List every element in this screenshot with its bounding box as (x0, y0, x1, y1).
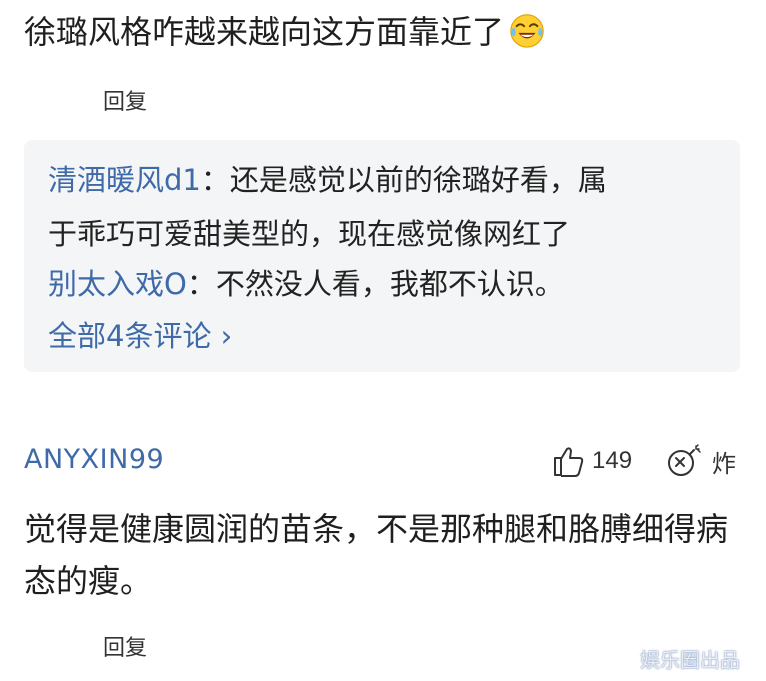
like-count: 149 (592, 447, 633, 474)
sub-comment-text: 还是感觉以前的徐璐好看，属 (229, 163, 607, 197)
comment-text: 徐璐风格咋越来越向这方面靠近了 (24, 13, 505, 51)
crying-laughing-emoji-icon (510, 14, 544, 48)
sub-comment-text: 于乖巧可爱甜美型的，现在感觉像网红了 (48, 217, 571, 251)
sub-comment-1: 清酒暖风d1：还是感觉以前的徐璐好看，属 (48, 160, 607, 200)
separator: ： (200, 163, 230, 197)
thumbs-up-icon (554, 447, 584, 477)
sub-comment-2: 别太入戏O：不然没人看，我都不认识。 (48, 264, 564, 304)
sub-comment-text: 不然没人看，我都不认识。 (215, 267, 564, 301)
bomb-label: 炸 (712, 449, 736, 478)
comment-body: 觉得是健康圆润的苗条，不是那种腿和胳膊细得病态的瘦。 (24, 510, 729, 600)
sub-comment-1-cont: 于乖巧可爱甜美型的，现在感觉像网红了 (48, 214, 570, 254)
sub-comment-user[interactable]: 别太入戏O (48, 267, 187, 301)
like-button[interactable]: 149 (552, 441, 632, 481)
watermark: 娱乐圈出品 (640, 648, 740, 672)
separator: ： (186, 267, 216, 301)
bomb-button[interactable]: 炸 (664, 441, 736, 481)
view-all-comments-link[interactable]: 全部4条评论 › (48, 316, 232, 356)
reply-button[interactable]: 回复 (103, 630, 147, 662)
comment-username[interactable]: ANYXIN99 (24, 440, 164, 480)
sub-comment-user[interactable]: 清酒暖风d1 (48, 163, 201, 197)
bomb-icon (668, 444, 701, 476)
reply-button[interactable]: 回复 (103, 84, 147, 116)
comment-text-top: 徐璐风格咋越来越向这方面靠近了 (24, 10, 546, 54)
